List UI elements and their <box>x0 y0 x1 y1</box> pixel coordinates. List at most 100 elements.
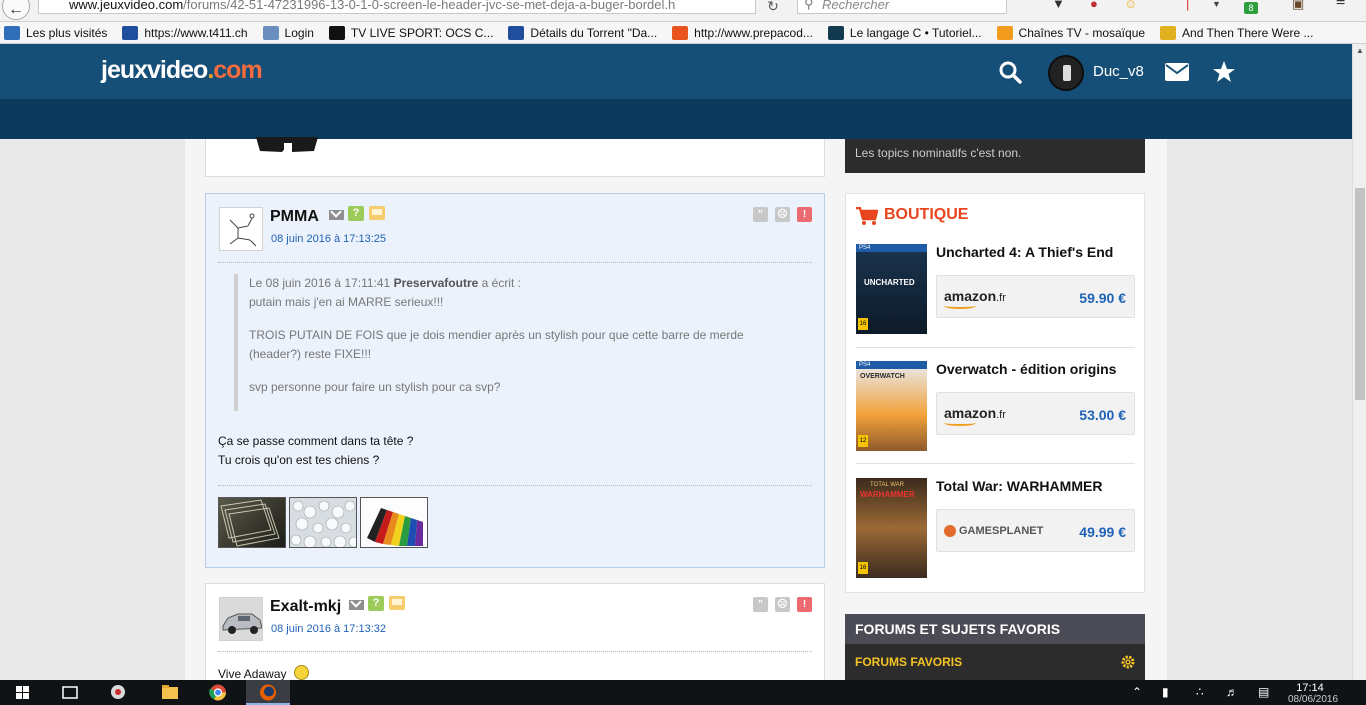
username[interactable]: Duc_v8 <box>1093 63 1144 80</box>
logo-suffix: com <box>213 56 262 84</box>
task-view-icon <box>62 686 78 699</box>
taskbar-clock[interactable]: 17:14 08/06/2016 <box>1288 682 1338 705</box>
alert-icon[interactable]: ! <box>797 597 812 612</box>
task-view-button[interactable] <box>48 680 92 705</box>
price-box[interactable]: GAMESPLANET 49.99 € <box>936 509 1135 552</box>
price-box[interactable]: amazon.fr 53.00 € <box>936 392 1135 435</box>
taskbar-chrome[interactable] <box>196 680 240 705</box>
search-icon[interactable] <box>998 60 1022 84</box>
bookmark-item[interactable]: Les plus visités <box>4 25 107 40</box>
bookmark-item[interactable]: And Then There Were ... <box>1160 25 1313 40</box>
bookmark-item[interactable]: Chaînes TV - mosaïque <box>996 25 1145 40</box>
post-avatar[interactable] <box>219 207 263 251</box>
sad-face-icon[interactable]: ☹ <box>775 597 790 612</box>
product-item[interactable]: TOTAL WAR WARHAMMER 16 Total War: WARHAM… <box>856 478 1135 578</box>
product-cover[interactable]: PS4 OVERWATCH 12 <box>856 361 927 451</box>
bookmark-item[interactable]: http://www.prepacod... <box>672 25 813 40</box>
site-logo[interactable]: jeuxvideo.com <box>101 56 263 85</box>
taskbar-file-explorer[interactable] <box>148 680 192 705</box>
scroll-thumb[interactable] <box>1355 188 1365 400</box>
quote-icon[interactable]: " <box>753 597 768 612</box>
sad-face-icon[interactable]: ☹ <box>775 207 790 222</box>
taskbar-app[interactable] <box>96 680 140 705</box>
product-price[interactable]: 49.99 € <box>1079 524 1126 540</box>
addon-badge[interactable]: 8 <box>1244 2 1258 14</box>
star-icon[interactable] <box>1212 60 1236 84</box>
scroll-up-icon[interactable]: ▲ <box>1353 44 1366 58</box>
image-thumbnail[interactable] <box>218 497 286 548</box>
product-item[interactable]: PS4 UNCHARTED 16 Uncharted 4: A Thief's … <box>856 244 1135 344</box>
forum-post: PMMA ? 08 juin 2016 à 17:13:25 " ☹ ! Le … <box>205 193 825 568</box>
smiley-icon[interactable]: ☺ <box>1124 0 1137 10</box>
smiley-icon <box>293 665 309 680</box>
quoted-author[interactable]: Preservafoutre <box>394 276 479 290</box>
dropdown-icon[interactable]: ▼ <box>1212 0 1221 10</box>
addon-icon[interactable]: ▣ <box>1292 0 1304 10</box>
page-scrollbar[interactable]: ▲ <box>1352 44 1366 680</box>
tray-up-arrow-icon[interactable]: ⌃ <box>1132 685 1142 699</box>
bookmark-item[interactable]: Login <box>262 25 314 40</box>
post-avatar[interactable] <box>219 597 263 641</box>
logo-prefix: jeuxvideo <box>101 56 208 84</box>
note-icon[interactable] <box>369 206 385 220</box>
post-author[interactable]: PMMA <box>270 208 319 226</box>
abp-icon[interactable]: ● <box>1090 0 1098 10</box>
price-box[interactable]: amazon.fr 59.90 € <box>936 275 1135 318</box>
image-thumbnail[interactable] <box>360 497 428 548</box>
taskbar-firefox[interactable] <box>246 680 290 705</box>
wifi-icon[interactable]: ∴ <box>1196 685 1204 699</box>
oc-icon <box>827 25 844 40</box>
volume-icon[interactable]: ♬ <box>1226 685 1238 699</box>
info-icon[interactable]: | <box>1186 0 1189 10</box>
back-button[interactable]: ← <box>2 0 30 20</box>
favorite-forums-tab[interactable]: FORUMS FAVORIS <box>845 644 1145 680</box>
product-price[interactable]: 53.00 € <box>1079 407 1126 423</box>
download-icon[interactable]: ▼ <box>1052 0 1065 10</box>
product-separator <box>856 347 1135 348</box>
bookmark-item[interactable]: TV LIVE SPORT: OCS C... <box>328 25 493 40</box>
post-date[interactable]: 08 juin 2016 à 17:13:25 <box>271 233 386 245</box>
store-label: amazon <box>944 405 997 421</box>
alert-icon[interactable]: ! <box>797 207 812 222</box>
menu-icon[interactable]: ≡ <box>1336 0 1345 10</box>
mail-icon[interactable] <box>1164 62 1190 82</box>
favorite-forums-sub-text: FORUMS FAVORIS <box>855 655 963 669</box>
pellets-image <box>290 500 356 547</box>
quote-header-suffix: a écrit : <box>478 276 521 290</box>
bookmark-label: Login <box>284 25 314 40</box>
product-item[interactable]: PS4 OVERWATCH 12 Overwatch - édition ori… <box>856 361 1135 461</box>
mail-icon[interactable] <box>349 600 364 610</box>
bookmark-item[interactable]: Détails du Torrent "Da... <box>508 25 657 40</box>
post-message: Ça se passe comment dans ta tête ? Tu cr… <box>218 432 413 470</box>
reload-icon[interactable]: ↻ <box>760 0 786 14</box>
quote-icon[interactable]: " <box>753 207 768 222</box>
product-cover[interactable]: TOTAL WAR WARHAMMER 16 <box>856 478 927 578</box>
browser-search-input[interactable]: ⚲ Rechercher <box>797 0 1007 14</box>
image-thumbnail[interactable] <box>289 497 357 548</box>
battery-icon[interactable]: ▮ <box>1162 685 1169 699</box>
mail-icon[interactable] <box>329 210 344 220</box>
folder-icon <box>162 685 178 699</box>
help-icon[interactable]: ? <box>348 206 364 221</box>
product-cover[interactable]: PS4 UNCHARTED 16 <box>856 244 927 334</box>
store-name: amazon.fr <box>944 405 1006 421</box>
product-name[interactable]: Overwatch - édition origins <box>936 361 1116 377</box>
sidebar-notice-text: Les topics nominatifs c'est non. <box>855 146 1022 160</box>
post-date[interactable]: 08 juin 2016 à 17:13:32 <box>271 623 386 635</box>
bookmark-item[interactable]: https://www.t411.ch <box>122 25 248 40</box>
product-name[interactable]: Total War: WARHAMMER <box>936 478 1102 494</box>
note-icon[interactable] <box>389 596 405 610</box>
clock-time: 17:14 <box>1296 682 1324 694</box>
user-avatar[interactable] <box>1048 55 1084 91</box>
product-name[interactable]: Uncharted 4: A Thief's End <box>936 244 1113 260</box>
bookmark-label: https://www.t411.ch <box>144 25 248 40</box>
bookmark-item[interactable]: Le langage C • Tutoriel... <box>827 25 982 40</box>
url-bar[interactable]: www.jeuxvideo.com/forums/42-51-47231996-… <box>38 0 756 14</box>
notification-icon[interactable]: ▤ <box>1258 685 1269 699</box>
back-arrow-icon: ← <box>8 1 24 18</box>
start-button[interactable] <box>0 680 44 705</box>
product-price[interactable]: 59.90 € <box>1079 290 1126 306</box>
gear-icon[interactable] <box>1121 655 1135 669</box>
post-author[interactable]: Exalt-mkj <box>270 598 341 616</box>
help-icon[interactable]: ? <box>368 596 384 611</box>
